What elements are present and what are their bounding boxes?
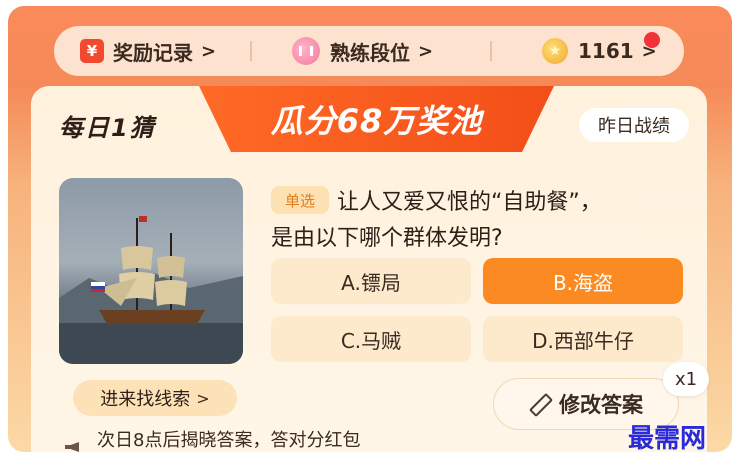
yesterday-results-button[interactable]: 昨日战绩 [579,108,689,142]
sailing-ship-image [59,178,243,364]
divider [250,41,252,61]
watermark: 最需网 [628,424,707,454]
coins-link[interactable]: ★ 1161 > [542,26,657,76]
option-a[interactable]: A.镖局 [271,258,471,304]
rewards-record-link[interactable]: ¥ 奖励记录 > [80,26,216,76]
option-c[interactable]: C.马贼 [271,316,471,362]
quiz-card: ¥ 奖励记录 > 熟练段位 > ★ 1161 > 每日1猜 瓜分68万奖池 昨日… [8,6,732,452]
question-panel: 每日1猜 瓜分68万奖池 昨日战绩 单选 让人又爱又恨的“自助餐”， 是由以下哪… [31,86,709,452]
coins-value: 1161 [578,39,634,63]
option-d[interactable]: D.西部牛仔 [483,316,683,362]
stats-bar: ¥ 奖励记录 > 熟练段位 > ★ 1161 > [54,26,684,76]
find-clues-label: 进来找线索 [100,389,191,410]
reveal-notice: 次日8点后揭晓答案，答对分红包 [97,430,361,451]
chevron-right-icon: > [418,40,434,62]
rank-icon [292,37,320,65]
skill-label: 熟练段位 [330,40,410,65]
multiplier-badge: x1 [663,362,709,396]
coin-icon: ★ [542,38,568,64]
banner-title: 瓜分68万奖池 [270,102,483,140]
speaker-icon [65,442,79,452]
prize-banner: 瓜分68万奖池 [199,86,554,152]
skill-rank-link[interactable]: 熟练段位 > [292,26,433,76]
question-text: 让人又爱又恨的“自助餐”， [337,190,602,215]
find-clues-button[interactable]: 进来找线索 > [73,380,237,416]
pencil-icon [529,394,549,414]
question-type-badge: 单选 [271,186,329,214]
notification-dot [644,32,660,48]
chevron-right-icon: > [201,40,217,62]
rewards-label: 奖励记录 [113,40,193,65]
divider [490,41,492,61]
option-b-selected[interactable]: B.海盗 [483,258,683,304]
yen-icon: ¥ [80,39,104,63]
brand-logo: 每日1猜 [59,114,156,142]
question-text: 是由以下哪个群体发明? [271,226,503,251]
chevron-right-icon: > [196,388,210,408]
modify-answer-label: 修改答案 [559,393,643,417]
